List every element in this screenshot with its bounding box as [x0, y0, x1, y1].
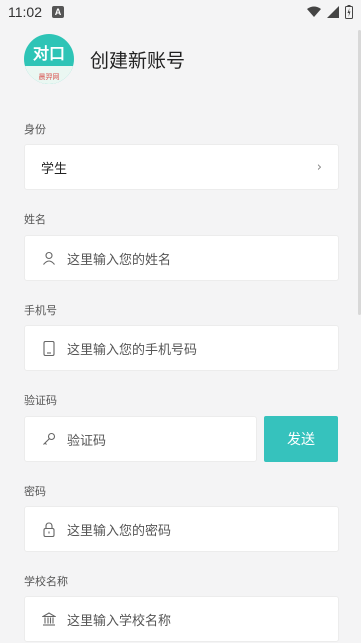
password-field[interactable]: 这里输入您的密码 [24, 506, 339, 552]
lock-icon [41, 521, 57, 537]
header: 对口 晨羿网 创建新账号 [24, 34, 185, 84]
identity-value: 学生 [41, 161, 68, 177]
identity-select[interactable]: 学生 › [24, 144, 339, 190]
battery-icon [345, 5, 353, 19]
status-icons [307, 5, 353, 19]
chevron-right-icon: › [316, 159, 322, 175]
page-title: 创建新账号 [90, 49, 186, 72]
status-time: 11:02 [8, 4, 42, 20]
school-input[interactable]: 这里输入学校名称 [67, 610, 171, 629]
name-input[interactable]: 这里输入您的姓名 [67, 249, 171, 268]
status-bar: 11:02 A [0, 0, 361, 24]
name-label: 姓名 [24, 213, 46, 226]
identity-label: 身份 [24, 123, 46, 136]
school-field[interactable]: 这里输入学校名称 [24, 596, 339, 642]
wifi-icon [307, 6, 321, 17]
key-icon [41, 431, 57, 447]
logo-main-text: 对口 [32, 44, 65, 63]
password-label: 密码 [24, 485, 46, 498]
phone-label: 手机号 [24, 304, 57, 317]
notification-icon: A [52, 6, 64, 18]
school-label: 学校名称 [24, 575, 68, 588]
code-input[interactable]: 验证码 [67, 430, 106, 449]
signal-icon [327, 6, 339, 18]
code-field[interactable]: 验证码 [24, 416, 257, 462]
send-code-button[interactable]: 发送 [264, 416, 338, 462]
name-field[interactable]: 这里输入您的姓名 [24, 235, 339, 281]
person-icon [41, 250, 57, 266]
phone-input[interactable]: 这里输入您的手机号码 [67, 339, 197, 358]
password-input[interactable]: 这里输入您的密码 [67, 520, 171, 539]
school-icon [41, 611, 57, 627]
phone-field[interactable]: 这里输入您的手机号码 [24, 325, 339, 371]
app-logo: 对口 晨羿网 [24, 34, 74, 84]
code-label: 验证码 [24, 394, 57, 407]
logo-sub-text: 晨羿网 [38, 73, 60, 81]
phone-icon [41, 340, 57, 356]
